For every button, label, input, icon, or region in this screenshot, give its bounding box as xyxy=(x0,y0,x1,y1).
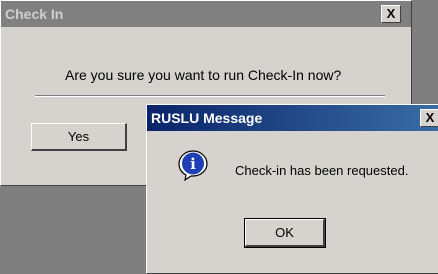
yes-button-label: Yes xyxy=(67,129,90,144)
message-close-button[interactable]: X xyxy=(420,109,438,127)
check-in-question: Are you sure you want to run Check-In no… xyxy=(65,67,342,83)
close-icon: X xyxy=(386,6,396,21)
check-in-title-bar: Check In xyxy=(1,1,411,27)
message-dialog: RUSLU Message X i Check-in has been requ… xyxy=(146,104,438,274)
ok-button-label: OK xyxy=(275,225,294,240)
info-icon-glyph: i xyxy=(190,155,196,173)
ok-button[interactable]: OK xyxy=(244,218,326,248)
message-title-bar: RUSLU Message xyxy=(147,105,438,131)
yes-button[interactable]: Yes xyxy=(31,123,127,151)
message-text: Check-in has been requested. xyxy=(235,163,409,178)
info-icon: i xyxy=(177,149,209,182)
message-title: RUSLU Message xyxy=(151,110,263,126)
divider xyxy=(35,95,385,97)
close-icon: X xyxy=(425,110,435,125)
check-in-close-button[interactable]: X xyxy=(381,5,401,23)
check-in-title: Check In xyxy=(5,6,64,22)
